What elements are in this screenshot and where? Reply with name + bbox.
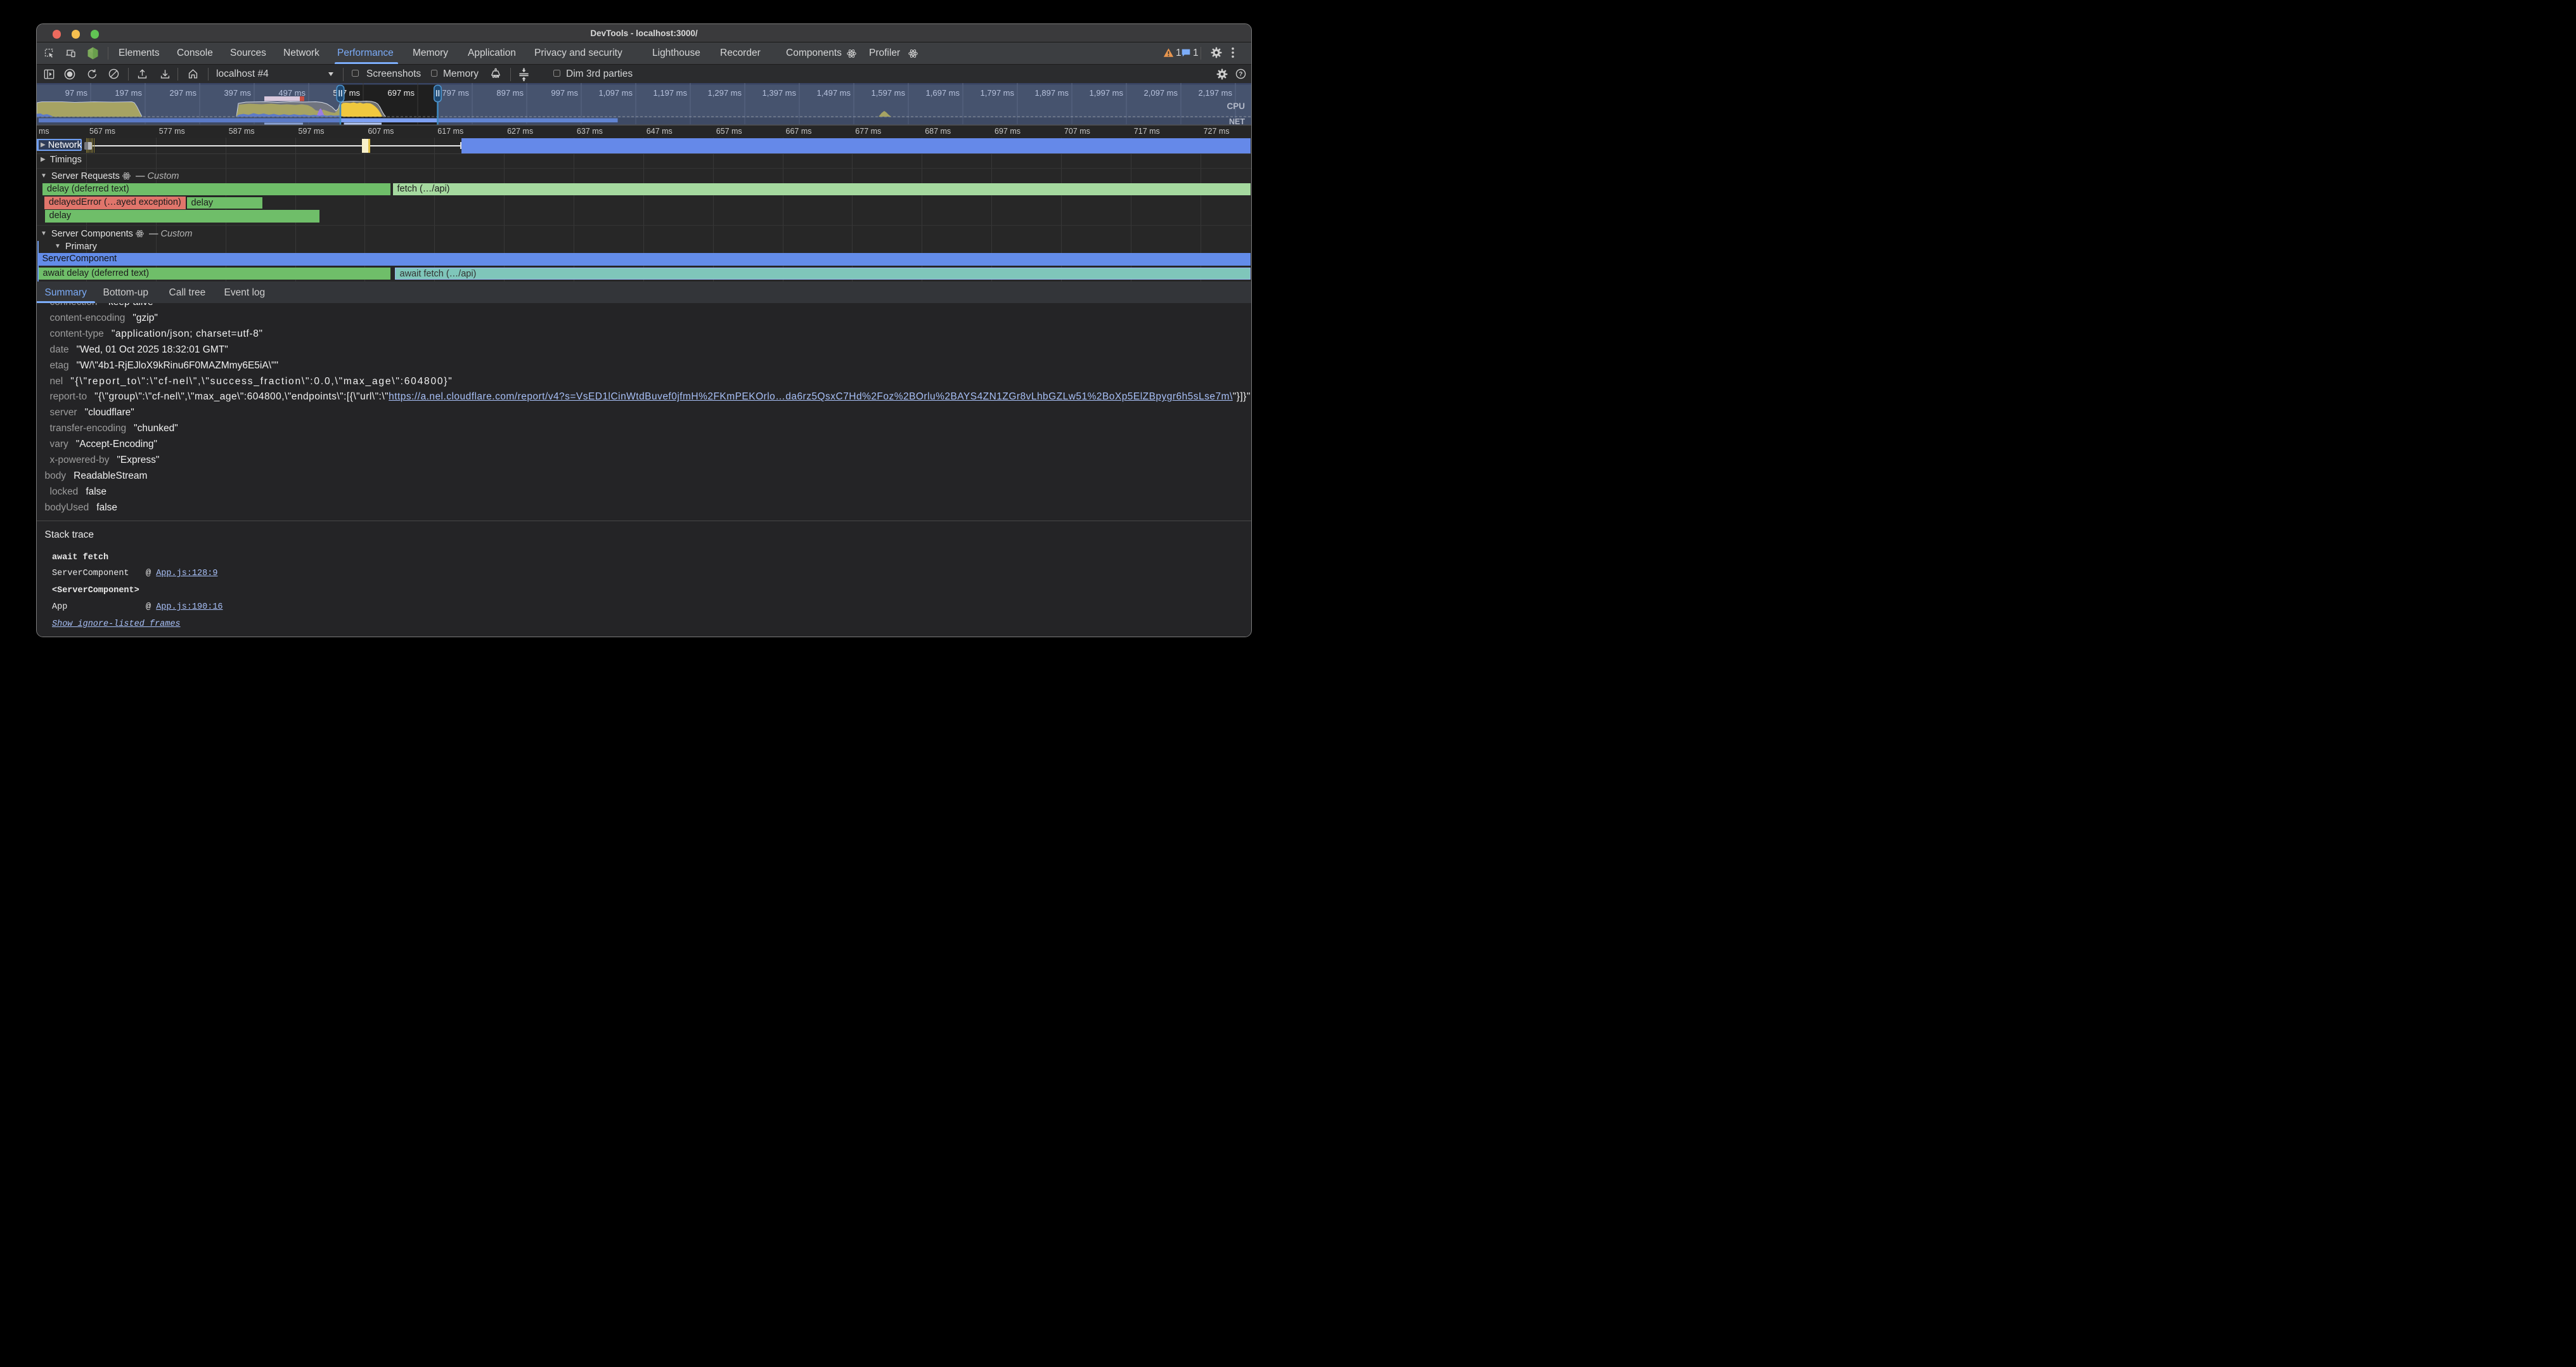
svg-text:?: ? — [1239, 71, 1243, 78]
svg-text:1,897 ms: 1,897 ms — [1035, 88, 1069, 98]
svg-text:1,597 ms: 1,597 ms — [872, 88, 906, 98]
svg-text:897 ms: 897 ms — [496, 88, 524, 98]
svg-text:1,197 ms: 1,197 ms — [654, 88, 688, 98]
svg-text:497 ms: 497 ms — [278, 88, 306, 98]
svg-text:1,397 ms: 1,397 ms — [763, 88, 797, 98]
svg-text:NET: NET — [1229, 117, 1245, 126]
svg-text:297 ms: 297 ms — [169, 88, 196, 98]
svg-text:1,097 ms: 1,097 ms — [599, 88, 633, 98]
svg-text:697 ms: 697 ms — [387, 88, 415, 98]
svg-text:397 ms: 397 ms — [224, 88, 251, 98]
svg-text:2,197 ms: 2,197 ms — [1199, 88, 1233, 98]
svg-text:97 ms: 97 ms — [65, 88, 88, 98]
svg-text:797 ms: 797 ms — [442, 88, 469, 98]
svg-text:CPU: CPU — [1227, 101, 1245, 111]
svg-text:997 ms: 997 ms — [551, 88, 578, 98]
svg-text:197 ms: 197 ms — [115, 88, 142, 98]
svg-text:1,497 ms: 1,497 ms — [817, 88, 851, 98]
svg-text:1,997 ms: 1,997 ms — [1090, 88, 1124, 98]
svg-text:1,797 ms: 1,797 ms — [981, 88, 1015, 98]
svg-text:2,097 ms: 2,097 ms — [1144, 88, 1178, 98]
svg-text:1,697 ms: 1,697 ms — [926, 88, 960, 98]
svg-text:1,297 ms: 1,297 ms — [708, 88, 742, 98]
